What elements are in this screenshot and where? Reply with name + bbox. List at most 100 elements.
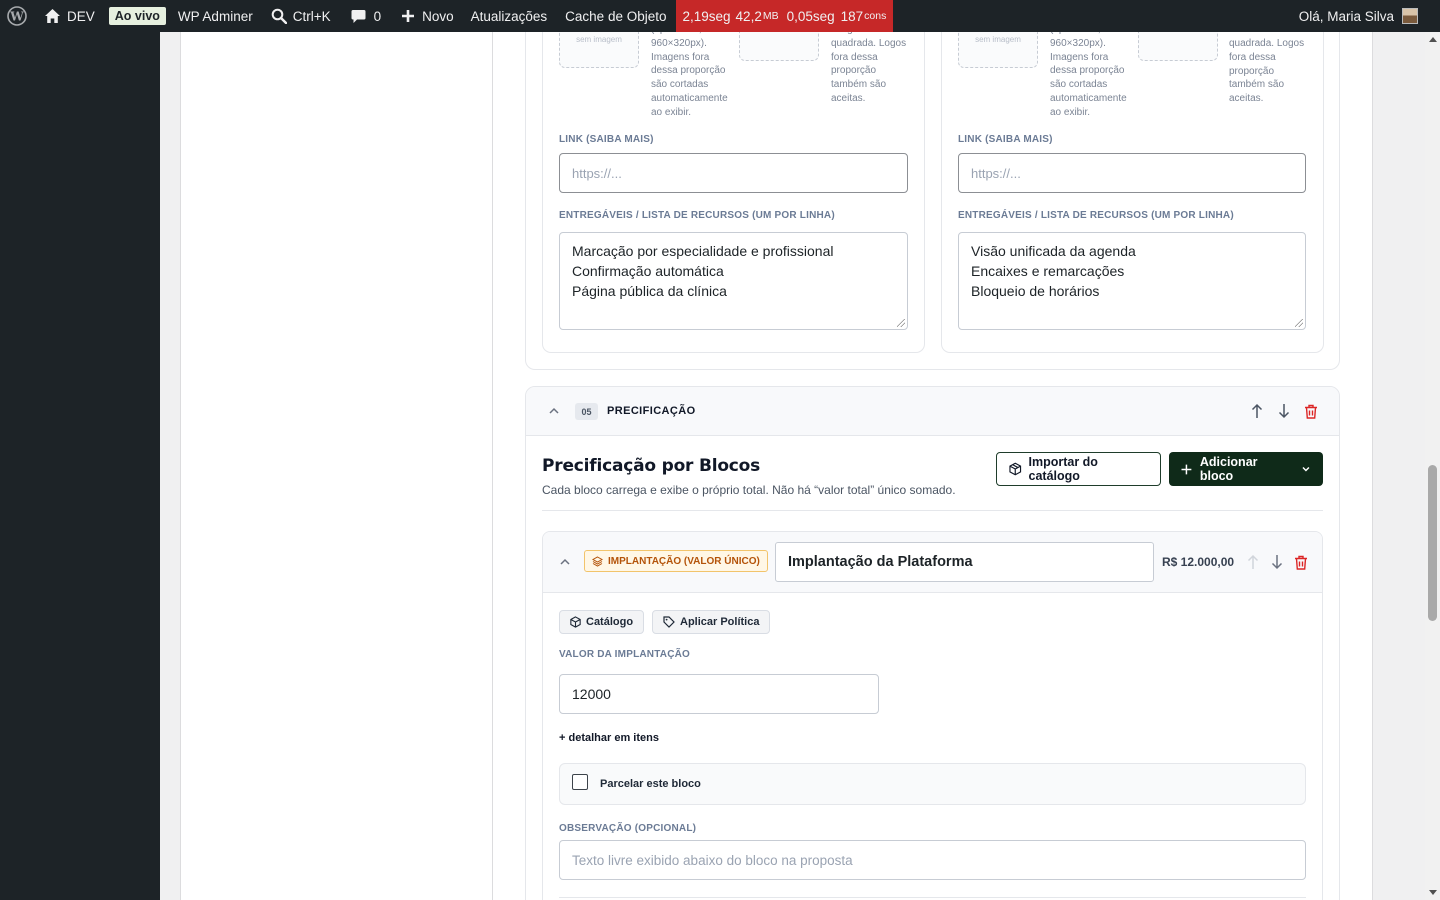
deliverable-line: Bloqueio de horários bbox=[971, 283, 1100, 299]
logo-help-text: quadrada. Logos fora dessa proporção tam… bbox=[1229, 37, 1304, 106]
help-line: são cortadas bbox=[651, 79, 709, 91]
resize-grip-icon[interactable] bbox=[897, 319, 905, 327]
link-input[interactable]: https://... bbox=[559, 153, 908, 193]
section-header[interactable]: 05 PRECIFICAÇÃO bbox=[526, 387, 1339, 436]
avatar bbox=[1402, 8, 1418, 24]
query-monitor-menu[interactable]: 2,19seg 42,2 MB 0,05seg 187 cons bbox=[675, 0, 894, 32]
comment-icon bbox=[351, 9, 366, 23]
block-title-input[interactable]: Implantação da Plataforma bbox=[775, 542, 1154, 582]
logo-help-text: imagem quadrada. Logos fora dessa propor… bbox=[831, 23, 906, 106]
deliverables-textarea[interactable]: Visão unificada da agenda Encaixes e rem… bbox=[958, 232, 1306, 330]
column-divider bbox=[492, 32, 493, 900]
import-catalog-button[interactable]: Importar do catálogo bbox=[996, 452, 1161, 486]
search-menu[interactable]: Ctrl+K bbox=[261, 0, 339, 32]
help-line: proporção bbox=[1229, 65, 1275, 77]
package-icon bbox=[1009, 462, 1022, 476]
help-line: dessa proporção bbox=[651, 65, 726, 77]
help-line: aceitas. bbox=[831, 92, 866, 104]
help-line: 960×320px). bbox=[651, 37, 707, 49]
catalog-button[interactable]: Catálogo bbox=[559, 610, 645, 634]
comments-count: 0 bbox=[373, 8, 382, 24]
note-input[interactable]: Texto livre exibido abaixo do bloco na p… bbox=[559, 840, 1306, 880]
perf-memory-unit: MB bbox=[762, 10, 779, 22]
comments-menu[interactable]: 0 bbox=[339, 0, 390, 32]
help-line: também são bbox=[1229, 79, 1285, 91]
help-line: ao exibir. bbox=[651, 106, 692, 118]
delete-trash-icon[interactable] bbox=[1302, 402, 1320, 420]
new-content-menu[interactable]: Novo bbox=[389, 0, 462, 32]
block-type-badge: Implantação (valor único) bbox=[584, 550, 768, 572]
help-line: 960×320px). bbox=[1050, 37, 1106, 49]
note-label: Observação (opcional) bbox=[559, 823, 697, 834]
perf-memory: 42,2 bbox=[735, 8, 762, 24]
apply-policy-button[interactable]: Aplicar Política bbox=[652, 610, 771, 634]
deliverable-line: Página pública da clínica bbox=[572, 283, 727, 299]
divider bbox=[542, 510, 1323, 511]
help-line: também são bbox=[831, 79, 887, 91]
link-label: Link (saiba mais) bbox=[559, 134, 654, 145]
scrollbar-thumb[interactable] bbox=[1428, 465, 1437, 621]
deliverable-line: Marcação por especialidade e profissiona… bbox=[572, 243, 834, 259]
link-input[interactable]: https://... bbox=[958, 153, 1306, 193]
updates-link[interactable]: Atualizações bbox=[462, 0, 557, 32]
catalog-label: Catálogo bbox=[586, 616, 634, 628]
page-scrollbar[interactable] bbox=[1425, 32, 1440, 900]
import-catalog-label: Importar do catálogo bbox=[1028, 455, 1098, 483]
implementation-value-label: Valor da implantação bbox=[559, 649, 691, 660]
resize-grip-icon[interactable] bbox=[1295, 319, 1303, 327]
help-line: Imagens fora bbox=[651, 51, 710, 63]
help-line: quadrada. Logos bbox=[831, 37, 907, 49]
thumb-placeholder-text: sem imagem bbox=[975, 35, 1021, 44]
collapse-chevron-icon[interactable] bbox=[545, 402, 563, 420]
detail-items-link[interactable]: + detalhar em itens bbox=[559, 732, 659, 744]
admin-bar: W DEV Ao vivo WP Adminer Ctrl+K 0 Novo A… bbox=[0, 0, 1440, 32]
deliverable-line: Confirmação automática bbox=[572, 263, 724, 279]
greeting: Olá, Maria Silva bbox=[1298, 8, 1394, 24]
help-line: Imagens fora bbox=[1050, 51, 1109, 63]
move-down-arrow-icon[interactable] bbox=[1275, 402, 1293, 420]
search-shortcut: Ctrl+K bbox=[292, 8, 331, 24]
help-line: ao exibir. bbox=[1050, 106, 1091, 118]
divider bbox=[559, 897, 1306, 898]
move-down-arrow-icon[interactable] bbox=[1268, 553, 1286, 571]
section-title: PRECIFICAÇÃO bbox=[607, 405, 696, 417]
object-cache-link[interactable]: Cache de Objeto bbox=[556, 0, 675, 32]
thumb-placeholder-text: sem imagem bbox=[576, 35, 622, 44]
deliverables-label: Entregáveis / lista de recursos (um por … bbox=[958, 210, 1234, 221]
help-line: dessa proporção bbox=[1050, 65, 1125, 77]
move-up-arrow-icon[interactable] bbox=[1248, 402, 1266, 420]
deliverables-label: Entregáveis / lista de recursos (um por … bbox=[559, 210, 835, 221]
svg-text:W: W bbox=[9, 10, 24, 24]
banner-help-text: (aprox. 3:1, ex.: 960×320px). Imagens fo… bbox=[1050, 23, 1127, 120]
scroll-down-arrow-icon[interactable] bbox=[1429, 890, 1437, 895]
perf-query-time: 0,05seg bbox=[786, 8, 835, 24]
add-block-button[interactable]: Adicionar bloco bbox=[1169, 452, 1323, 486]
help-line: automaticamente bbox=[1050, 92, 1127, 104]
tag-icon bbox=[663, 616, 675, 628]
delete-trash-icon[interactable] bbox=[1292, 553, 1310, 571]
deliverables-textarea[interactable]: Marcação por especialidade e profissiona… bbox=[559, 232, 908, 330]
collapse-chevron-icon[interactable] bbox=[556, 553, 574, 571]
help-line: proporção bbox=[831, 65, 877, 77]
site-name-menu[interactable]: DEV bbox=[34, 0, 103, 32]
perf-queries-unit: cons bbox=[864, 10, 887, 22]
pricing-heading: Precificação por Blocos bbox=[542, 456, 761, 476]
implementation-value-input[interactable]: 12000 bbox=[559, 674, 879, 714]
block-type-label: Implantação (valor único) bbox=[608, 555, 760, 567]
installments-checkbox[interactable] bbox=[572, 774, 588, 790]
scroll-up-arrow-icon[interactable] bbox=[1429, 37, 1437, 42]
plus-icon bbox=[402, 10, 415, 22]
admin-sidebar bbox=[0, 32, 160, 900]
search-icon bbox=[271, 8, 287, 24]
move-up-arrow-icon[interactable] bbox=[1244, 553, 1262, 571]
account-menu[interactable]: Olá, Maria Silva bbox=[1291, 0, 1440, 32]
wp-adminer-link[interactable]: WP Adminer bbox=[170, 0, 261, 32]
pricing-subtitle: Cada bloco carrega e exibe o próprio tot… bbox=[542, 483, 956, 497]
perf-queries: 187 bbox=[840, 8, 864, 24]
installments-label: Parcelar este bloco bbox=[600, 778, 701, 790]
plus-icon bbox=[1181, 464, 1192, 474]
wordpress-logo-icon[interactable]: W bbox=[0, 0, 34, 32]
perf-time: 2,19seg bbox=[682, 8, 731, 24]
package-icon bbox=[570, 616, 581, 628]
help-line: aceitas. bbox=[1229, 93, 1264, 105]
